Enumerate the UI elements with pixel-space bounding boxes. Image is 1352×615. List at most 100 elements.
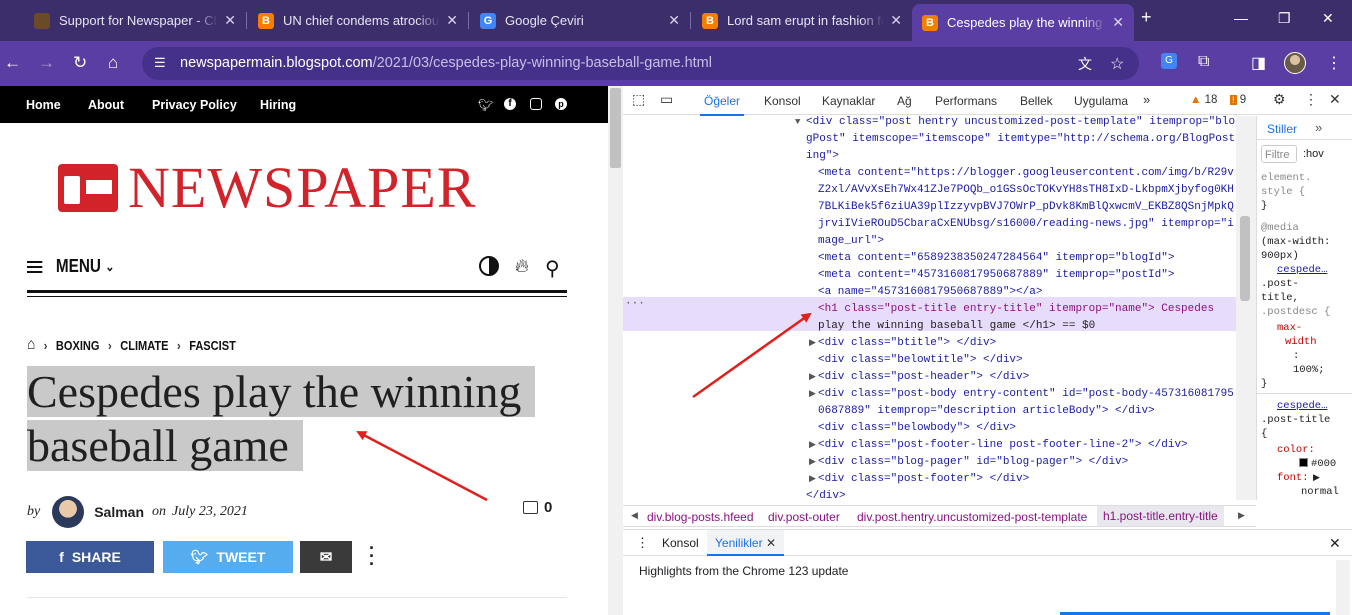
home-icon[interactable]: ⌂: [108, 53, 118, 73]
search-icon[interactable]: ⚲: [545, 256, 560, 281]
profile-avatar[interactable]: [1284, 52, 1306, 74]
tab-network[interactable]: Ağ: [897, 94, 912, 108]
pinterest-icon[interactable]: p: [555, 98, 567, 110]
home-icon[interactable]: ⌂: [27, 336, 35, 354]
author-name[interactable]: Salman: [94, 504, 144, 520]
settings-gear-icon[interactable]: ⚙: [1273, 91, 1286, 108]
browser-tab[interactable]: B Lord sam erupt in fashion fo ✕: [692, 6, 912, 35]
device-toolbar-icon[interactable]: ▭: [660, 91, 673, 108]
instagram-icon[interactable]: [530, 98, 542, 110]
breadcrumb-item[interactable]: FASCIST: [189, 338, 236, 353]
extensions-icon[interactable]: ⧉: [1198, 53, 1209, 71]
dom-line[interactable]: 0687889" itemprop="description articleBo…: [818, 403, 1155, 420]
tab-styles[interactable]: Stiller: [1267, 122, 1297, 136]
dom-line[interactable]: Z2xl/AVvXsEh7Wx41ZJe7POQb_o1GSsOcTOKvYH8…: [818, 182, 1234, 199]
translate-icon[interactable]: 文: [1078, 54, 1092, 74]
bookmark-star-icon[interactable]: ☆: [1110, 54, 1124, 74]
inspect-element-icon[interactable]: ⬚: [632, 91, 645, 108]
author-avatar[interactable]: [52, 496, 85, 528]
back-icon[interactable]: ←: [4, 53, 21, 73]
style-source-link[interactable]: cespede…: [1277, 263, 1327, 277]
more-share-icon[interactable]: · · ·: [369, 539, 375, 573]
crumb-scroll-left-icon[interactable]: ◀: [631, 510, 638, 521]
fire-icon[interactable]: 🔥︎: [515, 256, 529, 278]
dom-line-selected[interactable]: play the winning baseball game </h1> == …: [818, 318, 1095, 335]
site-info-icon[interactable]: ☰: [154, 55, 170, 71]
comment-count[interactable]: 0: [523, 499, 552, 516]
dom-line[interactable]: <div class="post-footer"> </div>: [818, 471, 1029, 488]
window-close-icon[interactable]: ✕: [1322, 10, 1334, 27]
expand-triangle-icon[interactable]: ▶: [1313, 471, 1320, 485]
close-icon[interactable]: ✕: [766, 536, 776, 550]
new-tab-icon[interactable]: +: [1141, 7, 1152, 28]
email-share-button[interactable]: ✉: [300, 541, 352, 573]
close-drawer-icon[interactable]: ✕: [1329, 535, 1341, 552]
side-panel-icon[interactable]: ◨: [1251, 53, 1266, 73]
nav-link-home[interactable]: Home: [26, 98, 61, 112]
browser-tab-active[interactable]: B Cespedes play the winning b ✕: [912, 4, 1134, 41]
hov-toggle[interactable]: :hov: [1303, 147, 1324, 161]
tab-sources[interactable]: Kaynaklar: [822, 94, 875, 108]
page-scrollbar[interactable]: [608, 86, 623, 615]
dom-crumb[interactable]: div.blog-posts.hfeed: [647, 510, 754, 524]
tab-memory[interactable]: Bellek: [1020, 94, 1053, 108]
drawer-tab-console[interactable]: Konsol: [662, 536, 699, 550]
close-devtools-icon[interactable]: ✕: [1329, 91, 1341, 108]
style-source-link[interactable]: cespede…: [1277, 399, 1327, 413]
minimize-icon[interactable]: —: [1234, 10, 1248, 26]
nav-link-about[interactable]: About: [88, 98, 124, 112]
facebook-share-button[interactable]: f SHARE: [26, 541, 154, 573]
twitter-share-button[interactable]: 🐦︎ TWEET: [163, 541, 293, 573]
dom-line[interactable]: 7BLKiBek5f6ziUA39plIzzyvpBVJ7OWrP_pDvk8K…: [818, 199, 1234, 216]
drawer-tab-whats-new[interactable]: Yenilikler ✕: [707, 530, 784, 556]
menu-kebab-icon[interactable]: ⋮: [1326, 53, 1342, 73]
dom-line-selected[interactable]: <h1 class="post-title entry-title" itemp…: [818, 301, 1214, 318]
dom-tree[interactable]: ··· ▼ <div class="post hentry uncustomiz…: [623, 116, 1236, 500]
errors-badge[interactable]: ! 9: [1230, 94, 1246, 106]
crumb-scroll-right-icon[interactable]: ▶: [1238, 510, 1245, 521]
styles-filter-input[interactable]: Filtre: [1261, 145, 1297, 163]
close-icon[interactable]: ✕: [668, 12, 680, 29]
dom-line[interactable]: <div class="belowbody"> </div>: [818, 420, 1016, 437]
close-icon[interactable]: ✕: [1112, 14, 1124, 31]
dom-line[interactable]: <div class="post hentry uncustomized-pos…: [806, 116, 1235, 131]
dom-scrollbar[interactable]: [1236, 116, 1256, 500]
breadcrumb-item[interactable]: BOXING: [56, 338, 100, 353]
drawer-scrollbar[interactable]: [1336, 560, 1350, 615]
dom-line[interactable]: <div class="blog-pager" id="blog-pager">…: [818, 454, 1128, 471]
menu-toggle[interactable]: MENU ⌄: [27, 256, 114, 277]
dom-line[interactable]: <div class="post-footer-line post-footer…: [818, 437, 1188, 454]
dom-line[interactable]: </div>: [806, 488, 846, 500]
twitter-icon[interactable]: 🐦︎: [478, 98, 493, 112]
drawer-menu-icon[interactable]: ⋮: [636, 535, 649, 551]
address-bar[interactable]: ☰ newspapermain.blogspot.com/2021/03/ces…: [142, 47, 1139, 80]
dom-line[interactable]: <div class="post-body entry-content" id=…: [818, 386, 1234, 403]
node-menu-icon[interactable]: ···: [625, 296, 645, 313]
tab-application[interactable]: Uygulama: [1074, 94, 1128, 108]
dom-line[interactable]: <div class="post-header"> </div>: [818, 369, 1029, 386]
devtools-menu-icon[interactable]: ⋮: [1304, 91, 1318, 108]
browser-tab[interactable]: B UN chief condems atrocious ✕: [248, 6, 468, 35]
maximize-icon[interactable]: ❐: [1278, 10, 1291, 27]
dom-crumb[interactable]: div.post-outer: [768, 510, 840, 524]
reload-icon[interactable]: ↻: [73, 53, 87, 73]
dom-line[interactable]: <meta content="6589238350247284564" item…: [818, 250, 1174, 267]
nav-link-privacy[interactable]: Privacy Policy: [152, 98, 237, 112]
facebook-icon[interactable]: f: [504, 98, 516, 110]
nav-link-hiring[interactable]: Hiring: [260, 98, 296, 112]
dom-crumb[interactable]: div.post.hentry.uncustomized-post-templa…: [857, 510, 1087, 524]
google-translate-extension-icon[interactable]: G: [1161, 53, 1177, 69]
dom-line[interactable]: <a name="4573160817950687889"></a>: [818, 284, 1042, 301]
close-icon[interactable]: ✕: [890, 12, 902, 29]
dom-line[interactable]: <meta content="4573160817950687889" item…: [818, 267, 1174, 284]
dom-line[interactable]: <meta content="https://blogger.googleuse…: [818, 165, 1234, 182]
browser-tab[interactable]: Support for Newspaper - Cla ✕: [24, 6, 246, 35]
tab-elements[interactable]: Öğeler: [699, 94, 745, 116]
dom-line[interactable]: <div class="belowtitle"> </div>: [818, 352, 1023, 369]
close-icon[interactable]: ✕: [224, 12, 236, 29]
color-swatch[interactable]: [1299, 458, 1308, 467]
dom-line[interactable]: <div class="btitle"> </div>: [818, 335, 996, 352]
dom-line[interactable]: mage_url">: [818, 233, 884, 250]
close-icon[interactable]: ✕: [446, 12, 458, 29]
tab-performance[interactable]: Performans: [935, 94, 997, 108]
